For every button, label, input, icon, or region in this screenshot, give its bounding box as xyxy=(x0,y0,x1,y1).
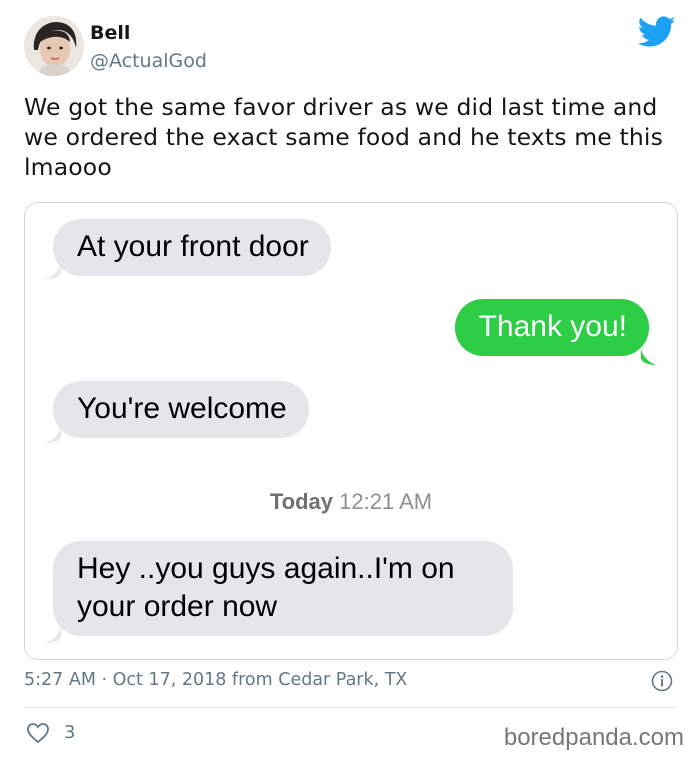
divider xyxy=(24,707,676,708)
bubble-tail xyxy=(641,349,657,365)
timestamp-day: Today xyxy=(269,489,334,514)
timestamp-time: 12:21 AM xyxy=(339,489,433,514)
tweet-text: We got the same favor driver as we did l… xyxy=(24,93,663,181)
author-handle[interactable]: @ActualGod xyxy=(90,50,207,72)
twitter-bird-icon[interactable] xyxy=(638,16,676,48)
message-bubble-outgoing: Thank you! xyxy=(454,299,649,356)
message-bubble-incoming: You're welcome xyxy=(53,381,309,438)
watermark: boredpanda.com xyxy=(503,724,684,751)
message-bubble-incoming: Hey ..you guys again..I'm on your order … xyxy=(53,541,513,636)
message-bubble-incoming: At your front door xyxy=(53,219,331,276)
tweet-meta[interactable]: 5:27 AM · Oct 17, 2018 from Cedar Park, … xyxy=(24,670,407,690)
tweet-media-image[interactable]: At your front door Thank you! You're wel… xyxy=(24,202,678,660)
tweet-header: Bell @ActualGod xyxy=(24,16,676,80)
like-count[interactable]: 3 xyxy=(64,722,75,743)
bubble-tail xyxy=(45,627,61,643)
heart-icon[interactable] xyxy=(26,722,50,744)
message-timestamp: Today 12:21 AM xyxy=(25,489,677,515)
bubble-tail xyxy=(45,427,61,443)
avatar[interactable] xyxy=(24,16,84,76)
info-icon[interactable] xyxy=(651,670,673,692)
author-name[interactable]: Bell xyxy=(90,22,130,44)
